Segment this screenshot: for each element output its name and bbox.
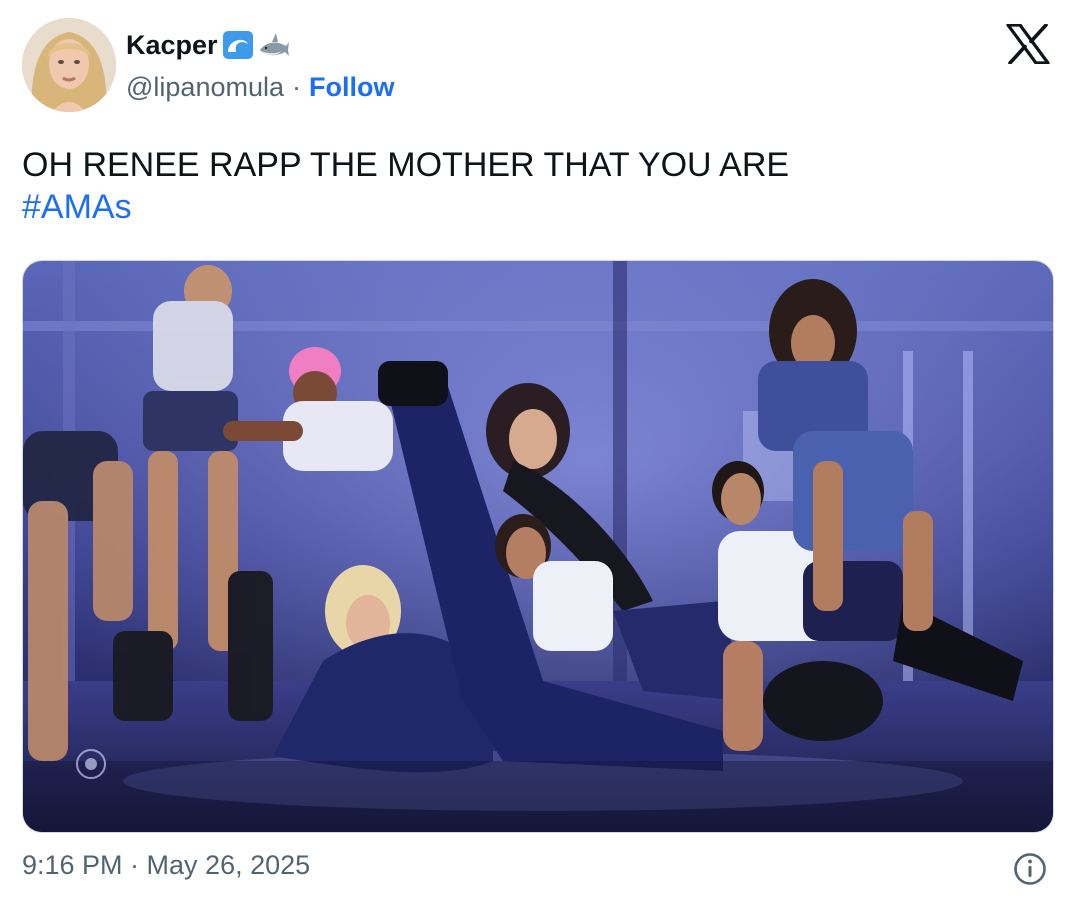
follow-button[interactable]: Follow <box>309 72 394 103</box>
author-handle[interactable]: @lipanomula <box>126 72 284 103</box>
author-handle-row: @lipanomula · Follow <box>126 72 394 103</box>
author-name-row: Kacper <box>126 28 290 62</box>
avatar-image <box>22 18 116 112</box>
author-display-name[interactable]: Kacper <box>126 30 218 61</box>
tweet-text: OH RENEE RAPP THE MOTHER THAT YOU ARE #A… <box>22 144 789 228</box>
hashtag-link[interactable]: #AMAs <box>22 186 789 228</box>
tweet-media-photo[interactable] <box>22 260 1054 833</box>
x-logo-icon[interactable] <box>1006 24 1050 64</box>
shark-emoji-icon <box>259 33 289 56</box>
tweet-body: OH RENEE RAPP THE MOTHER THAT YOU ARE <box>22 146 790 184</box>
wave-emoji-icon <box>222 31 253 59</box>
stage-performance-photo <box>23 261 1053 832</box>
avatar[interactable] <box>22 18 116 112</box>
separator-dot: · <box>292 72 301 102</box>
info-icon[interactable] <box>1013 852 1047 886</box>
tweet-timestamp[interactable]: 9:16 PM · May 26, 2025 <box>22 850 310 881</box>
